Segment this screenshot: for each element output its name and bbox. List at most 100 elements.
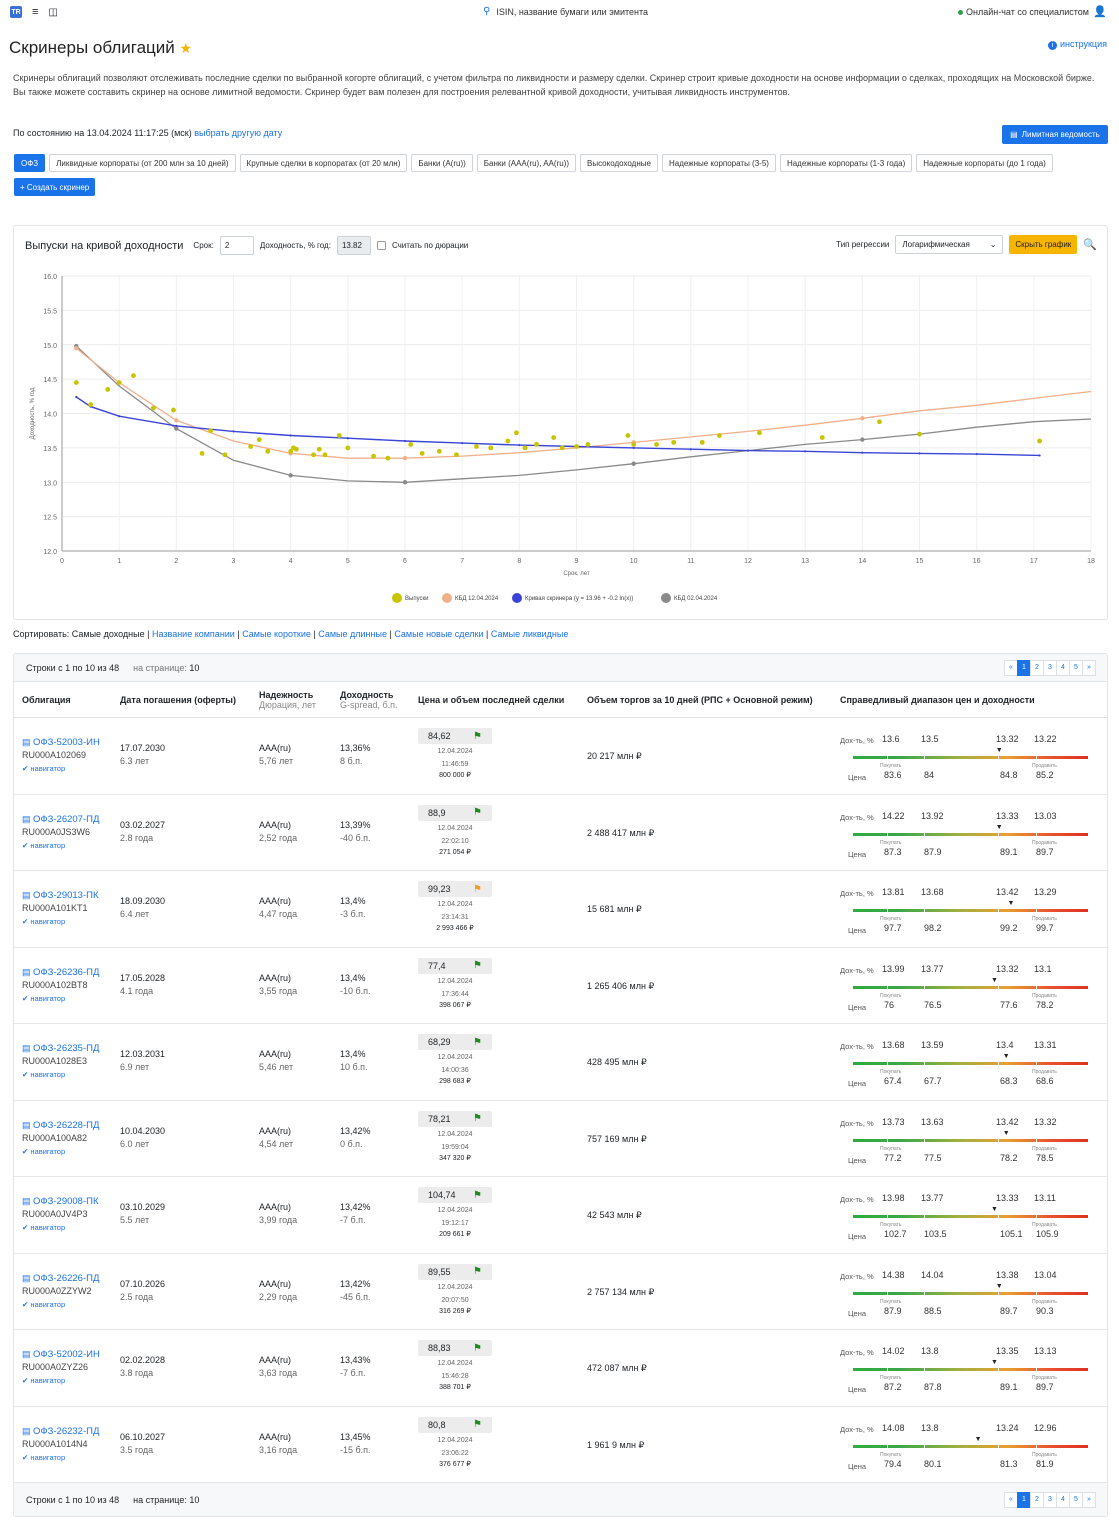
hide-chart-button[interactable]: Скрыть график — [1009, 235, 1078, 254]
last-price[interactable]: 88,83 ⚑ — [418, 1340, 492, 1356]
search-box[interactable]: ⚲ ISIN, название бумаги или эмитента — [483, 6, 648, 17]
bond-name-link[interactable]: ОФЗ-29008-ПК — [33, 1196, 98, 1207]
page-link-5[interactable]: 5 — [1069, 659, 1083, 676]
yield-sell-high: 12.96 — [1034, 1422, 1057, 1433]
star-icon[interactable]: ★ — [180, 40, 193, 56]
last-price[interactable]: 88,9 ⚑ — [418, 804, 492, 821]
per-page-value-bottom[interactable]: 10 — [189, 1495, 199, 1505]
tab-1[interactable]: Ликвидные корпораты (от 200 млн за 10 дн… — [49, 154, 236, 172]
navigator-link[interactable]: ✔ навигатор — [22, 762, 100, 775]
sort-option-2[interactable]: Самые длинные — [318, 629, 387, 639]
tab-5[interactable]: Высокодоходные — [579, 154, 658, 172]
rating: AAA(ru) — [259, 1125, 292, 1136]
header-rating[interactable]: Надежность Дюрация, лет — [259, 690, 316, 710]
choose-date-link[interactable]: выбрать другую дату — [194, 128, 282, 138]
bond-name-link[interactable]: ОФЗ-26207-ПД — [33, 814, 99, 825]
logo[interactable]: TR — [10, 6, 22, 18]
per-page-value[interactable]: 10 — [189, 663, 199, 673]
bond-name-link[interactable]: ОФЗ-26236-ПД — [33, 967, 99, 978]
header-bond[interactable]: Облигация — [22, 695, 71, 705]
last-price[interactable]: 104,74 ⚑ — [418, 1187, 492, 1203]
layout-icon[interactable]: ◫ — [48, 7, 57, 18]
navigator-link[interactable]: ✔ навигатор — [22, 839, 99, 852]
tab-4[interactable]: Банки (AAA(ru), AA(ru)) — [476, 154, 576, 172]
rating: AAA(ru) — [259, 1355, 292, 1365]
page-link-4[interactable]: 4 — [1056, 659, 1070, 676]
menu-icon[interactable]: ≡ — [32, 6, 38, 18]
last-price[interactable]: 84,62 ⚑ — [418, 728, 492, 744]
navigator-link[interactable]: ✔ навигатор — [22, 992, 99, 1005]
create-screener-button[interactable]: + Создать скринер — [14, 178, 96, 196]
last-deal-cell: 80,8 ⚑ 12.04.2024 23:06:22 376 677 ₽ — [418, 1416, 492, 1470]
navigator-link[interactable]: ✔ навигатор — [22, 915, 99, 928]
tab-8[interactable]: Надежные корпораты (до 1 года) — [916, 154, 1053, 172]
yield-curve-chart: 12.012.513.013.514.014.515.015.516.00 1 2 3… — [30, 274, 1095, 603]
limit-sheet-button[interactable]: ▤ Лимитная ведомость — [1002, 125, 1108, 144]
page-link-3[interactable]: 3 — [1043, 1491, 1057, 1508]
page-link-1[interactable]: 1 — [1017, 1491, 1031, 1508]
bond-name-link[interactable]: ОФЗ-26228-ПД — [33, 1120, 99, 1131]
sort-option-4[interactable]: Самые ликвидные — [491, 629, 569, 639]
yield-buy-low: 14.08 — [882, 1422, 905, 1433]
navigator-link[interactable]: ✔ навигатор — [22, 1451, 99, 1464]
last-price-value: 88,83 — [428, 1343, 451, 1353]
tab-3[interactable]: Банки (A(ru)) — [411, 154, 473, 172]
page-link-5[interactable]: 5 — [1069, 1491, 1083, 1508]
header-yield[interactable]: Доходность G-spread, б.п. — [340, 690, 398, 710]
online-dot-icon — [957, 10, 963, 16]
navigator-link[interactable]: ✔ навигатор — [22, 1145, 99, 1158]
tab-0[interactable]: ОФЗ — [14, 154, 46, 172]
page-link-6[interactable]: » — [1082, 1491, 1096, 1508]
navigator-link[interactable]: ✔ навигатор — [22, 1298, 99, 1311]
instruction-link[interactable]: i инструкция — [1047, 39, 1107, 50]
bond-name-link[interactable]: ОФЗ-29013-ПК — [33, 890, 98, 901]
page-link-0[interactable]: « — [1004, 659, 1018, 676]
page-link-2[interactable]: 2 — [1030, 659, 1044, 676]
online-chat-link[interactable]: Онлайн-чат со специалистом — [957, 7, 1089, 17]
user-icon[interactable]: 👤 — [1093, 5, 1107, 18]
page-link-3[interactable]: 3 — [1043, 659, 1057, 676]
bond-name-link[interactable]: ОФЗ-52003-ИН — [33, 737, 100, 748]
yield: 13,45% — [340, 1431, 371, 1442]
last-price[interactable]: 89,55 ⚑ — [418, 1263, 492, 1280]
zoom-icon[interactable]: 🔍 — [1083, 238, 1097, 251]
page-link-1[interactable]: 1 — [1017, 659, 1031, 676]
header-maturity[interactable]: Дата погашения (оферты) — [120, 695, 236, 705]
deal-time: 11:46:59 — [441, 761, 469, 768]
tab-7[interactable]: Надежные корпораты (1-3 года) — [779, 154, 913, 172]
last-price[interactable]: 77,4 ⚑ — [418, 957, 492, 974]
range-bar — [853, 1138, 1088, 1142]
regression-select[interactable]: Логарифмическая ⌄ — [895, 235, 1004, 254]
last-price[interactable]: 68,29 ⚑ — [418, 1034, 492, 1050]
last-price[interactable]: 99,23 ⚑ — [418, 881, 492, 897]
header-volume[interactable]: Объем торгов за 10 дней (РПС + Основной … — [587, 695, 813, 705]
yield-buy-low: 13.98 — [882, 1193, 905, 1203]
duration-checkbox[interactable] — [376, 241, 386, 250]
page-link-2[interactable]: 2 — [1030, 1491, 1044, 1508]
sort-option-0[interactable]: Название компании — [152, 629, 235, 639]
navigator-link[interactable]: ✔ навигатор — [22, 1221, 99, 1234]
x-tick-label: 17 — [1030, 558, 1038, 565]
page-link-0[interactable]: « — [1004, 1491, 1018, 1508]
navigator-link[interactable]: ✔ навигатор — [22, 1374, 100, 1387]
header-last-deal[interactable]: Цена и объем последней сделки — [418, 695, 564, 705]
sort-option-3[interactable]: Самые новые сделки — [394, 629, 483, 639]
per-page: на странице: 10 — [133, 663, 199, 673]
years-to-maturity: 2.5 года — [120, 1291, 154, 1302]
trade-volume: 42 543 млн ₽ — [587, 1210, 642, 1220]
last-price[interactable]: 78,21 ⚑ — [418, 1110, 492, 1127]
bond-name-link[interactable]: ОФЗ-26226-ПД — [33, 1273, 99, 1284]
chart-card: Выпуски на кривой доходности Срок: 2 Дох… — [13, 225, 1108, 620]
navigator-link[interactable]: ✔ навигатор — [22, 1068, 99, 1081]
tab-2[interactable]: Крупные сделки в корпоратах (от 20 млн) — [239, 154, 408, 172]
page-link-6[interactable]: » — [1082, 659, 1096, 676]
bond-name-link[interactable]: ОФЗ-26235-ПД — [33, 1043, 99, 1054]
last-price[interactable]: 80,8 ⚑ — [418, 1416, 492, 1433]
search-input[interactable]: ISIN, название бумаги или эмитента — [496, 7, 648, 17]
bond-name-link[interactable]: ОФЗ-26232-ПД — [33, 1426, 99, 1437]
sort-option-1[interactable]: Самые короткие — [242, 629, 311, 639]
page-link-4[interactable]: 4 — [1056, 1491, 1070, 1508]
term-input[interactable]: 2 — [219, 236, 254, 255]
bond-name-link[interactable]: ОФЗ-52002-ИН — [33, 1349, 100, 1360]
tab-6[interactable]: Надежные корпораты (3-5) — [661, 154, 776, 172]
